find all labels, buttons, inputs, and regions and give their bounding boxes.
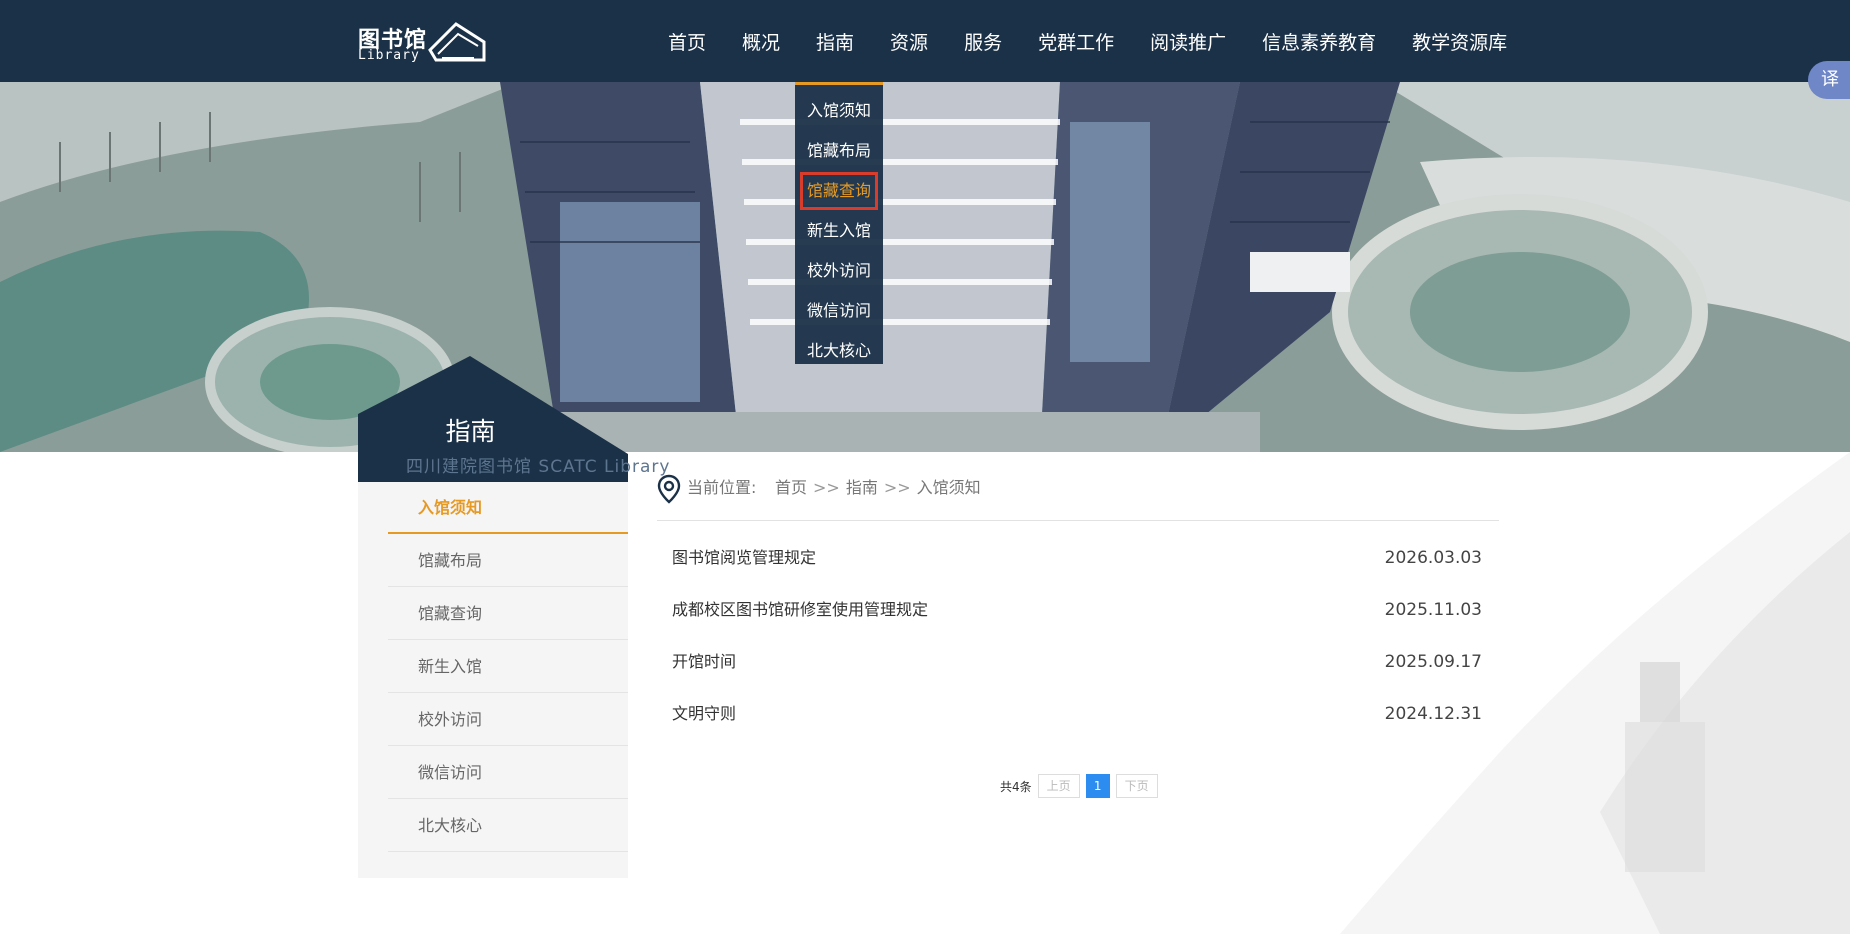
list-item: 图书馆阅览管理规定 2026.03.03 — [672, 536, 1482, 588]
sidebar-subtitle: 四川建院图书馆 SCATC Library — [406, 457, 671, 477]
breadcrumb-home-link[interactable]: 首页 — [775, 478, 807, 497]
sidebar-item-freshman-entry[interactable]: 新生入馆 — [388, 641, 628, 693]
sidebar-item-collection-search[interactable]: 馆藏查询 — [388, 588, 628, 640]
article-title-link[interactable]: 文明守则 — [672, 692, 736, 736]
article-title-link[interactable]: 成都校区图书馆研修室使用管理规定 — [672, 588, 928, 632]
list-item: 文明守则 2024.12.31 — [672, 692, 1482, 744]
dropdown-item-collection-layout[interactable]: 馆藏布局 — [795, 131, 883, 171]
prev-page-button[interactable]: 上页 — [1037, 774, 1080, 798]
top-navigation-bar: 图书馆 Library 首页 概况 指南 资源 服务 党群工作 阅读推广 信息素… — [0, 0, 1850, 82]
dropdown-item-collection-search[interactable]: 馆藏查询 — [799, 171, 879, 211]
campus-banner-image — [0, 82, 1850, 452]
breadcrumb-separator: >> — [883, 478, 911, 497]
sidebar-item-offcampus-access[interactable]: 校外访问 — [388, 694, 628, 746]
nav-guide[interactable]: 指南 — [798, 0, 872, 82]
article-date: 2025.09.17 — [1384, 652, 1482, 672]
sidebar-item-admission-notice[interactable]: 入馆须知 — [388, 482, 628, 534]
sidebar-header: 指南 四川建院图书馆 SCATC Library — [358, 356, 669, 482]
list-item: 成都校区图书馆研修室使用管理规定 2025.11.03 — [672, 588, 1482, 640]
breadcrumb-label: 当前位置: — [687, 478, 757, 497]
nav-resources[interactable]: 资源 — [872, 0, 946, 82]
nav-services[interactable]: 服务 — [946, 0, 1020, 82]
breadcrumb-section-link[interactable]: 指南 — [846, 478, 878, 497]
list-item: 开馆时间 2025.09.17 — [672, 640, 1482, 692]
article-title-link[interactable]: 图书馆阅览管理规定 — [672, 536, 816, 580]
library-logo[interactable]: 图书馆 Library — [358, 18, 488, 68]
nav-home[interactable]: 首页 — [650, 0, 724, 82]
dropdown-item-freshman-entry[interactable]: 新生入馆 — [795, 211, 883, 251]
article-list: 图书馆阅览管理规定 2026.03.03 成都校区图书馆研修室使用管理规定 20… — [672, 536, 1482, 744]
dropdown-item-pku-core[interactable]: 北大核心 — [795, 331, 883, 371]
breadcrumb-path: 首页 >> 指南 >> 入馆须知 — [775, 472, 981, 504]
guide-dropdown-menu: 入馆须知 馆藏布局 馆藏查询 新生入馆 校外访问 微信访问 北大核心 — [795, 82, 883, 364]
library-building-illustration — [0, 82, 1850, 452]
article-date: 2026.03.03 — [1384, 548, 1482, 568]
next-page-button[interactable]: 下页 — [1115, 774, 1158, 798]
article-date: 2025.11.03 — [1384, 600, 1482, 620]
dropdown-item-offcampus-access[interactable]: 校外访问 — [795, 251, 883, 291]
nav-info-literacy[interactable]: 信息素养教育 — [1244, 0, 1394, 82]
pagination-total: 共4条 — [1000, 779, 1032, 794]
sidebar-menu: 入馆须知 馆藏布局 馆藏查询 新生入馆 校外访问 微信访问 北大核心 — [358, 482, 628, 878]
article-title-link[interactable]: 开馆时间 — [672, 640, 736, 684]
breadcrumb: 当前位置: 首页 >> 指南 >> 入馆须知 — [657, 472, 1499, 521]
logo-building-icon — [428, 22, 486, 62]
nav-overview[interactable]: 概况 — [724, 0, 798, 82]
article-date: 2024.12.31 — [1384, 704, 1482, 724]
nav-teaching-resources[interactable]: 教学资源库 — [1394, 0, 1525, 82]
dropdown-item-admission-notice[interactable]: 入馆须知 — [795, 91, 883, 131]
sidebar-item-wechat-access[interactable]: 微信访问 — [388, 747, 628, 799]
location-pin-icon — [657, 474, 681, 504]
nav-reading-promotion[interactable]: 阅读推广 — [1132, 0, 1244, 82]
sidebar-item-collection-layout[interactable]: 馆藏布局 — [388, 535, 628, 587]
breadcrumb-current[interactable]: 入馆须知 — [917, 478, 981, 497]
sidebar-item-pku-core[interactable]: 北大核心 — [388, 800, 628, 852]
nav-party-work[interactable]: 党群工作 — [1020, 0, 1132, 82]
current-page-number[interactable]: 1 — [1085, 774, 1110, 798]
main-nav: 首页 概况 指南 资源 服务 党群工作 阅读推广 信息素养教育 教学资源库 — [650, 0, 1525, 82]
sidebar-title: 指南 — [445, 417, 496, 446]
logo-english-text: Library — [358, 48, 420, 63]
dropdown-item-wechat-access[interactable]: 微信访问 — [795, 291, 883, 331]
translate-button[interactable]: 译 — [1808, 61, 1850, 99]
pagination: 共4条 上页 1 下页 — [1000, 774, 1164, 798]
breadcrumb-separator: >> — [813, 478, 840, 497]
